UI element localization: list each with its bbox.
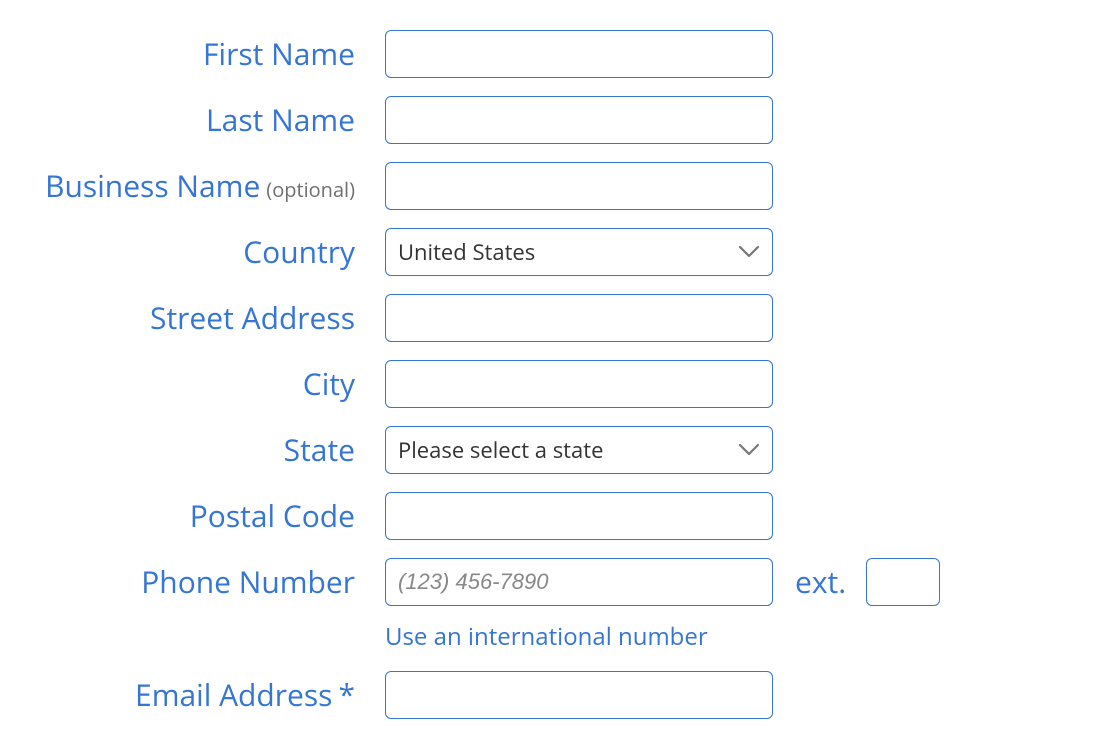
row-postal-code: Postal Code	[30, 492, 1117, 540]
phone-input-wrap: ext.	[385, 558, 940, 606]
input-col	[385, 671, 773, 719]
row-first-name: First Name	[30, 30, 1117, 78]
state-select[interactable]: Please select a state	[385, 426, 773, 474]
input-col	[385, 294, 773, 342]
country-select[interactable]: United States	[385, 228, 773, 276]
required-asterisk: *	[338, 674, 355, 715]
input-col: Please select a state	[385, 426, 773, 474]
label-col: Street Address	[30, 294, 385, 342]
street-address-label: Street Address	[150, 297, 355, 338]
input-col	[385, 492, 773, 540]
row-last-name: Last Name	[30, 96, 1117, 144]
label-col: First Name	[30, 30, 385, 78]
first-name-input[interactable]	[385, 30, 773, 78]
input-col	[385, 30, 773, 78]
row-state: State Please select a state	[30, 426, 1117, 474]
country-label: Country	[243, 231, 355, 272]
input-col	[385, 96, 773, 144]
input-col: United States	[385, 228, 773, 276]
input-col	[385, 360, 773, 408]
last-name-input[interactable]	[385, 96, 773, 144]
row-business-name: Business Name(optional)	[30, 162, 1117, 210]
city-input[interactable]	[385, 360, 773, 408]
label-col: Phone Number	[30, 558, 385, 606]
state-label: State	[284, 429, 355, 470]
first-name-label: First Name	[203, 33, 355, 74]
phone-label: Phone Number	[141, 561, 355, 602]
postal-code-label: Postal Code	[190, 495, 355, 536]
chevron-down-icon	[738, 443, 760, 457]
business-name-hint: (optional)	[266, 176, 355, 203]
phone-input[interactable]	[385, 558, 773, 606]
label-col: Email Address*	[30, 671, 385, 719]
chevron-down-icon	[738, 245, 760, 259]
postal-code-input[interactable]	[385, 492, 773, 540]
input-col	[385, 162, 773, 210]
label-col: State	[30, 426, 385, 474]
input-col: ext. Use an international number	[385, 558, 940, 653]
row-street-address: Street Address	[30, 294, 1117, 342]
email-input[interactable]	[385, 671, 773, 719]
label-col: Postal Code	[30, 492, 385, 540]
row-phone: Phone Number ext. Use an international n…	[30, 558, 1117, 653]
label-col: Country	[30, 228, 385, 276]
street-address-input[interactable]	[385, 294, 773, 342]
label-col: Last Name	[30, 96, 385, 144]
last-name-label: Last Name	[206, 99, 355, 140]
intl-number-link[interactable]: Use an international number	[385, 620, 940, 653]
email-label: Email Address	[135, 674, 332, 715]
row-city: City	[30, 360, 1117, 408]
business-name-input[interactable]	[385, 162, 773, 210]
state-value: Please select a state	[398, 435, 603, 465]
label-col: City	[30, 360, 385, 408]
phone-ext-input[interactable]	[866, 558, 940, 606]
phone-ext-label: ext.	[795, 558, 846, 606]
row-email: Email Address*	[30, 671, 1117, 719]
business-name-label: Business Name	[45, 165, 260, 206]
row-country: Country United States	[30, 228, 1117, 276]
country-value: United States	[398, 237, 535, 267]
city-label: City	[303, 363, 355, 404]
label-col: Business Name(optional)	[30, 162, 385, 210]
